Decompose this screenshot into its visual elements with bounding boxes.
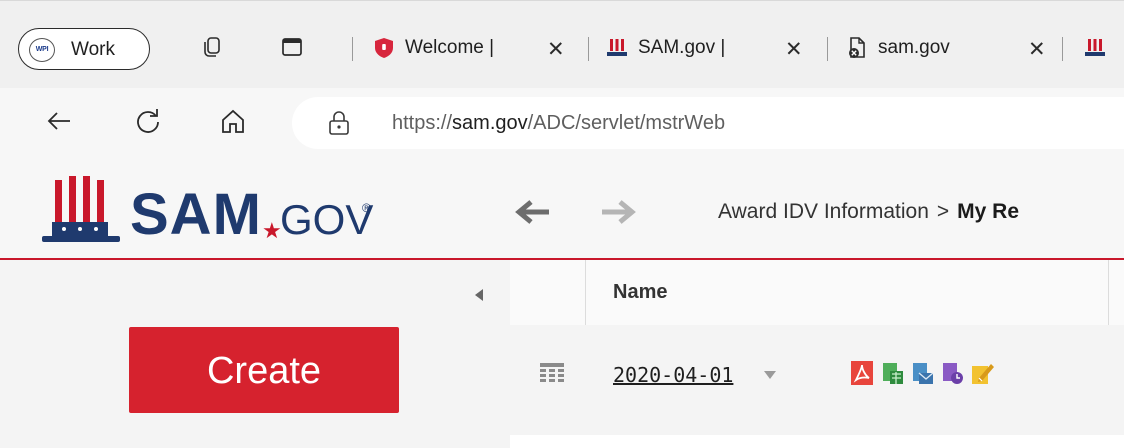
breadcrumb-item[interactable]: Award IDV Information: [718, 200, 929, 223]
url-host: sam.gov: [452, 112, 528, 134]
tab-title: Welcome |: [405, 37, 495, 58]
chevron-down-icon[interactable]: [764, 371, 776, 379]
back-arrow-icon[interactable]: [44, 106, 74, 136]
tab-sam-gov-blocked[interactable]: sam.gov ✕: [846, 31, 1051, 71]
refresh-icon[interactable]: [133, 106, 163, 136]
export-pdf-icon[interactable]: [850, 360, 874, 386]
edit-report-icon[interactable]: [970, 360, 994, 386]
url-path: /ADC/servlet/mstrWeb: [527, 112, 726, 134]
breadcrumb: Award IDV Information > My Re: [718, 200, 1019, 224]
blocked-page-icon: [849, 37, 865, 58]
sam-app: SAM ★ GOV ® Award IDV Information > My Re …: [0, 160, 1124, 448]
export-email-icon[interactable]: [910, 360, 934, 386]
tab-partial[interactable]: [1084, 31, 1124, 71]
create-button[interactable]: Create: [129, 327, 399, 413]
close-tab-icon[interactable]: ✕: [1028, 37, 1046, 62]
tab-separator: [352, 37, 353, 61]
column-header-name[interactable]: Name: [613, 281, 667, 304]
close-tab-icon[interactable]: ✕: [547, 37, 565, 62]
tab-welcome[interactable]: Welcome | ✕: [373, 31, 578, 71]
tab-actions-icon[interactable]: [280, 35, 304, 59]
tab-title: SAM.gov |: [638, 37, 726, 58]
sidebar: Create: [0, 260, 510, 448]
table-row: 2020-04-01: [510, 325, 1124, 435]
grid-header: Name: [510, 260, 1124, 326]
subscription-schedule-icon[interactable]: [940, 360, 964, 386]
column-divider: [585, 260, 586, 325]
report-name-link[interactable]: 2020-04-01: [613, 363, 733, 387]
shield-icon: [375, 38, 393, 58]
svg-text:SAM: SAM: [130, 182, 262, 247]
home-icon[interactable]: [218, 106, 248, 136]
report-forward-arrow-icon[interactable]: [600, 198, 638, 226]
grid-report-icon: [540, 363, 564, 382]
browser-tab-strip: WPI Work Welcome | ✕ SAM.gov | ✕ sam.gov…: [0, 0, 1124, 89]
browser-toolbar: https://sam.gov/ADC/servlet/mstrWeb: [0, 88, 1124, 160]
lock-icon[interactable]: [328, 110, 350, 136]
tab-separator: [1062, 37, 1063, 61]
sam-hat-icon: [607, 39, 627, 56]
collapse-sidebar-icon[interactable]: [470, 286, 488, 304]
site-header: SAM ★ GOV ® Award IDV Information > My Re: [0, 160, 1124, 260]
export-excel-icon[interactable]: [880, 360, 904, 386]
column-divider: [1108, 260, 1109, 325]
profile-button[interactable]: WPI Work: [18, 28, 150, 70]
tab-separator: [827, 37, 828, 61]
tab-sam-gov[interactable]: SAM.gov | ✕: [606, 31, 816, 71]
breadcrumb-current: My Re: [957, 200, 1019, 223]
report-back-arrow-icon[interactable]: [513, 198, 551, 226]
report-grid: Name 2020-04-01: [510, 260, 1124, 448]
close-tab-icon[interactable]: ✕: [785, 37, 803, 62]
tab-separator: [588, 37, 589, 61]
breadcrumb-separator: >: [936, 200, 950, 223]
url-text[interactable]: https://sam.gov/ADC/servlet/mstrWeb: [392, 112, 725, 135]
svg-text:★: ★: [262, 218, 282, 243]
url-scheme: https://: [392, 112, 453, 134]
sam-gov-logo[interactable]: SAM ★ GOV ®: [40, 170, 470, 250]
tab-title: sam.gov: [878, 37, 950, 58]
address-bar[interactable]: https://sam.gov/ADC/servlet/mstrWeb: [292, 97, 1124, 149]
svg-text:GOV: GOV: [280, 196, 373, 243]
workspaces-icon[interactable]: [200, 35, 224, 59]
profile-avatar: WPI: [29, 38, 55, 62]
sam-hat-icon: [1085, 39, 1105, 56]
profile-label: Work: [71, 39, 115, 60]
svg-text:®: ®: [362, 201, 371, 215]
